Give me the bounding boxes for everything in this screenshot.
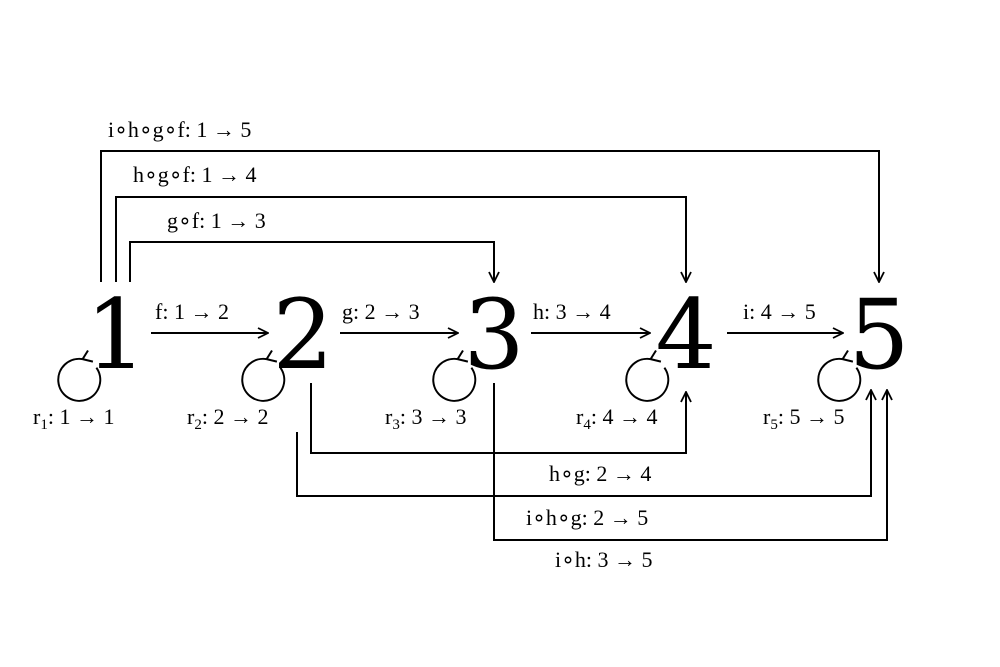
object-3: 3	[463, 279, 524, 391]
label-hg: h∘g: 2 → 4	[549, 461, 651, 486]
identity-label-4: r4: 4 → 4	[576, 404, 657, 433]
category-diagram: 1 2 3 4 5 i∘h∘g∘f: 1 → 5 h∘g∘f: 1 → 4 g∘…	[33, 117, 910, 572]
label-ihgf: i∘h∘g∘f: 1 → 5	[108, 117, 251, 142]
label-gf: g∘f: 1 → 3	[167, 208, 266, 233]
label-g: g: 2 → 3	[342, 299, 420, 324]
object-5: 5	[848, 279, 909, 391]
identity-label-2: r2: 2 → 2	[187, 404, 268, 433]
identity-label-3: r3: 3 → 3	[385, 404, 466, 433]
label-f: f: 1 → 2	[155, 299, 229, 324]
identity-label-5: r5: 5 → 5	[763, 404, 844, 433]
object-2: 2	[272, 279, 333, 391]
label-i: i: 4 → 5	[743, 299, 816, 324]
object-1: 1	[85, 279, 146, 391]
label-ih: i∘h: 3 → 5	[555, 547, 653, 572]
label-hgf: h∘g∘f: 1 → 4	[133, 162, 256, 187]
identity-label-1: r1: 1 → 1	[33, 404, 114, 433]
object-4: 4	[655, 279, 716, 391]
label-ihg: i∘h∘g: 2 → 5	[526, 505, 648, 530]
arrow-gf	[129, 241, 494, 282]
label-h: h: 3 → 4	[533, 299, 611, 324]
